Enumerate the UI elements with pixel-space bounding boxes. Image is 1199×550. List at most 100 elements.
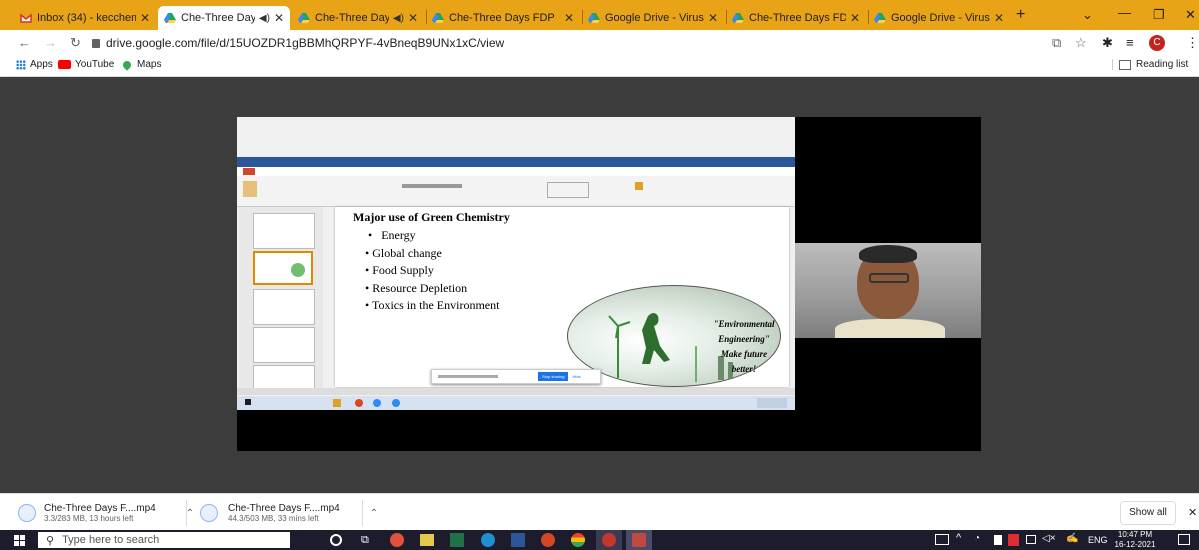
slide-canvas: Major use of Green Chemistry • Energy • … xyxy=(335,207,789,387)
chevron-up-icon[interactable]: ⌃ xyxy=(370,508,378,519)
edge-icon[interactable] xyxy=(481,533,495,547)
hide-button[interactable]: Hide xyxy=(572,374,580,379)
file-tab xyxy=(243,168,255,175)
slide-bullets: • Energy • Global change • Food Supply •… xyxy=(365,227,499,315)
tab-che-three-days-fdp-2[interactable]: Che-Three Days FDP ✕ xyxy=(726,6,866,30)
url-text: drive.google.com/file/d/15UOZDR1gBBMhQRP… xyxy=(106,36,505,50)
drive-icon xyxy=(432,12,444,24)
share-icon[interactable]: ⧉ xyxy=(1052,35,1061,51)
maps-bookmark[interactable]: Maps xyxy=(121,58,161,71)
tab-title: Che-Three Days xyxy=(181,12,255,24)
new-tab-button[interactable]: + xyxy=(1016,7,1025,23)
bullet-item: • Food Supply xyxy=(365,263,434,277)
powerpoint-icon[interactable] xyxy=(541,533,555,547)
ppt-status-bar xyxy=(237,388,795,395)
close-window-button[interactable]: ✕ xyxy=(1185,7,1196,23)
video-file-icon xyxy=(200,504,218,522)
drive-icon xyxy=(164,12,176,24)
environment-quote: "Environmental Engineering" Make future … xyxy=(713,319,775,374)
tab-title: Google Drive - Virus xyxy=(891,12,990,24)
chrome-active-icon[interactable] xyxy=(596,530,622,550)
tab-che-three-days-fdp[interactable]: Che-Three Days FDP ✕ xyxy=(426,6,580,30)
windows-start-icon[interactable] xyxy=(14,535,25,546)
close-download-bar-button[interactable]: ✕ xyxy=(1188,505,1197,521)
taskbar-search-box[interactable]: ⚲ Type here to search xyxy=(38,532,290,548)
drive-icon xyxy=(298,12,310,24)
chrome-icon[interactable] xyxy=(571,533,585,547)
font-controls xyxy=(402,184,462,188)
arrange-icon xyxy=(635,182,643,190)
word-icon[interactable] xyxy=(511,533,525,547)
youtube-icon xyxy=(58,60,71,69)
tab-google-drive-virus-2[interactable]: Google Drive - Virus ✕ xyxy=(868,6,1010,30)
drive-icon xyxy=(874,12,886,24)
reading-list-icon xyxy=(1119,59,1131,70)
apps-bookmark[interactable]: Apps xyxy=(16,59,53,70)
app-active-icon[interactable] xyxy=(626,530,652,550)
maximize-button[interactable]: ❐ xyxy=(1153,7,1165,23)
language-indicator[interactable]: ENG xyxy=(1088,535,1108,545)
display-icon[interactable] xyxy=(1026,535,1036,544)
slide-thumbnail[interactable] xyxy=(253,327,315,363)
back-arrow-icon[interactable]: ← xyxy=(18,35,31,51)
tab-title: Google Drive - Virus xyxy=(605,12,704,24)
notification-center-icon[interactable] xyxy=(1178,534,1190,545)
taskbar-search-input: Type here to search xyxy=(62,534,160,546)
tab-che-three-days-2[interactable]: Che-Three Days F ◀) ✕ xyxy=(292,6,424,30)
excel-icon[interactable] xyxy=(450,533,464,547)
slide-thumbnail-selected[interactable] xyxy=(253,251,313,285)
close-icon[interactable]: ✕ xyxy=(408,11,418,25)
tab-active-video[interactable]: Che-Three Days ◀) ✕ xyxy=(158,6,290,30)
drive-icon xyxy=(732,12,744,24)
close-icon[interactable]: ✕ xyxy=(274,11,284,25)
bookmarks-bar: Apps YouTube Maps Reading list xyxy=(0,56,1199,77)
tab-strip: Inbox (34) - kecchem ✕ Che-Three Days ◀)… xyxy=(0,0,1199,30)
minimize-button[interactable]: — xyxy=(1118,5,1131,21)
star-icon[interactable]: ☆ xyxy=(1075,35,1087,51)
battery-icon[interactable] xyxy=(994,535,1002,545)
tab-search-button[interactable]: ⌄ xyxy=(1082,7,1093,23)
reading-list-button[interactable]: Reading list xyxy=(1112,59,1188,70)
stop-sharing-button[interactable]: Stop sharing xyxy=(538,372,569,381)
task-view-icon[interactable]: ⧉ xyxy=(361,534,369,547)
tab-google-drive-virus[interactable]: Google Drive - Virus ✕ xyxy=(582,6,724,30)
reload-icon[interactable]: ↻ xyxy=(70,35,81,51)
forward-arrow-icon[interactable]: → xyxy=(44,35,57,51)
notification-app-icon[interactable] xyxy=(1008,534,1019,546)
pen-icon[interactable]: ✍ xyxy=(1066,533,1078,544)
address-bar[interactable]: drive.google.com/file/d/15UOZDR1gBBMhQRP… xyxy=(92,33,1032,53)
drive-icon xyxy=(588,12,600,24)
menu-kebab-icon[interactable]: ⋮ xyxy=(1186,35,1199,51)
avatar[interactable]: C xyxy=(1149,35,1165,51)
cortana-icon[interactable] xyxy=(330,534,342,546)
file-explorer-icon[interactable] xyxy=(420,534,434,546)
ppt-ribbon xyxy=(237,176,795,207)
close-icon[interactable]: ✕ xyxy=(564,11,574,25)
tab-inbox[interactable]: Inbox (34) - kecchem ✕ xyxy=(14,6,156,30)
youtube-bookmark[interactable]: YouTube xyxy=(58,59,114,70)
close-icon[interactable]: ✕ xyxy=(140,11,150,25)
download-item[interactable]: Che-Three Days F....mp4 3.3/283 MB, 13 h… xyxy=(18,499,194,527)
speaker-muted-icon[interactable]: ◁× xyxy=(1042,533,1056,544)
paste-icon xyxy=(243,181,257,197)
chevron-up-icon[interactable]: ^ xyxy=(956,532,961,544)
extensions-icon[interactable]: ✱ xyxy=(1102,35,1113,51)
keyboard-icon[interactable] xyxy=(935,534,949,545)
download-item[interactable]: Che-Three Days F....mp4 44.3/503 MB, 33 … xyxy=(200,499,378,527)
slide-thumbnail[interactable] xyxy=(253,289,315,325)
tab-title: Che-Three Days F xyxy=(315,12,389,24)
clock[interactable]: 10:47 PM 16-12-2021 xyxy=(1112,530,1158,550)
share-message xyxy=(438,375,498,378)
tab-title: Che-Three Days FDP xyxy=(449,12,555,24)
audio-icon[interactable]: ◀) xyxy=(393,13,404,24)
browser-app-icon[interactable] xyxy=(390,533,404,547)
show-all-button[interactable]: Show all xyxy=(1120,501,1176,525)
close-icon[interactable]: ✕ xyxy=(994,11,1004,25)
audio-icon[interactable]: ◀) xyxy=(259,13,270,24)
slide-thumbnail[interactable] xyxy=(253,213,315,249)
reading-mode-icon[interactable]: ≡ xyxy=(1126,35,1134,51)
close-icon[interactable]: ✕ xyxy=(708,11,718,25)
presenter-hair xyxy=(859,245,917,263)
close-icon[interactable]: ✕ xyxy=(850,11,860,25)
network-icon[interactable]: ◔ xyxy=(974,533,980,544)
